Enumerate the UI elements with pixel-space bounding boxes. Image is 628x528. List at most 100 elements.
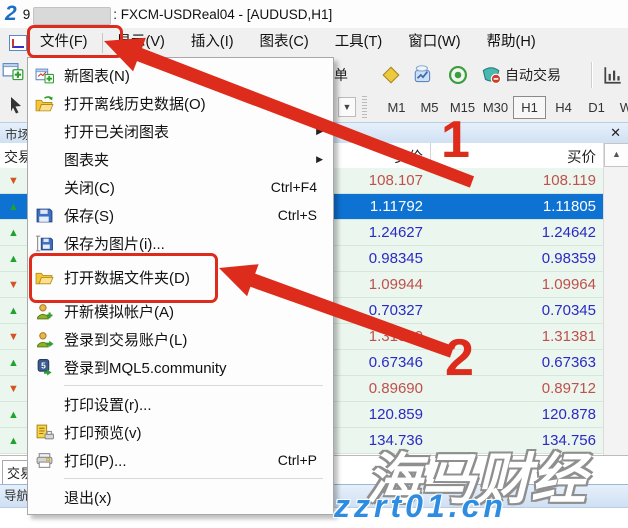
signals-icon[interactable]: [441, 57, 475, 92]
cursor-toolbar-icon[interactable]: [6, 95, 28, 117]
svg-text:5: 5: [41, 360, 46, 370]
quotes-icon[interactable]: [374, 57, 408, 92]
menu-item-label: 打印预览(v): [64, 422, 333, 443]
user-plus-icon: [28, 303, 64, 320]
menu-bar-item-file[interactable]: 文件(F): [27, 28, 101, 57]
dropdown-button[interactable]: ▼: [334, 92, 373, 122]
menu-item-open-data-folder[interactable]: 打开数据文件夹(D): [28, 263, 333, 291]
up-arrow-icon: ▲: [0, 227, 27, 239]
menu-bar-divider: [102, 33, 103, 53]
menu-item-label: 图表夹: [64, 149, 316, 170]
menu-bar-item-charts[interactable]: 图表(C): [247, 28, 322, 57]
timeframe-button-h4[interactable]: H4: [548, 97, 579, 118]
buy-column-header[interactable]: 买价: [430, 146, 596, 167]
menu-item-print-preview[interactable]: 打印预览(v): [28, 418, 333, 446]
buy-price: 134.756: [430, 432, 603, 449]
timeframe-button-m5[interactable]: M5: [414, 97, 445, 118]
buy-price: 0.89712: [430, 380, 603, 397]
menu-bar-items: 文件(F)显示(V)插入(I)图表(C)工具(T)窗口(W)帮助(H): [27, 28, 549, 57]
floppy-icon: [28, 207, 64, 224]
title-bar: 2 9 : FXCM-USDReal04 - [AUDUSD,H1]: [0, 0, 628, 28]
menu-item-label: 新图表(N): [64, 65, 333, 86]
menu-item-label: 开新模拟帐户(A): [64, 301, 333, 322]
menu-item-open-offline[interactable]: 打开离线历史数据(O): [28, 89, 333, 117]
buy-price: 1.11805: [430, 198, 603, 215]
menu-item-label: 登录到MQL5.community: [64, 357, 333, 378]
menu-item-new-chart[interactable]: 新图表(N): [28, 61, 333, 89]
dropdown-arrow-icon: ▼: [338, 97, 356, 117]
toolbar-grip: [362, 96, 367, 118]
menu-item-label: 保存(S): [64, 205, 278, 226]
buy-price: 0.70345: [430, 302, 603, 319]
menu-bar-item-tools[interactable]: 工具(T): [322, 28, 396, 57]
menu-item-save[interactable]: 保存(S)Ctrl+S: [28, 201, 333, 229]
autotrading-button[interactable]: 自动交易: [505, 57, 561, 92]
up-arrow-icon: ▲: [0, 305, 27, 317]
menu-bar-item-insert[interactable]: 插入(I): [178, 28, 247, 57]
submenu-arrow-icon: ▶: [316, 126, 333, 137]
menu-item-label: 打印设置(r)...: [64, 394, 333, 415]
menu-item-close[interactable]: 关闭(C)Ctrl+F4: [28, 173, 333, 201]
down-arrow-icon: ▼: [0, 383, 27, 395]
mt4-window: 2 9 : FXCM-USDReal04 - [AUDUSD,H1] 文件(F)…: [0, 0, 628, 528]
timeframe-button-m15[interactable]: M15: [447, 97, 478, 118]
timeframe-button-m30[interactable]: M30: [480, 97, 511, 118]
menu-bar-item-help[interactable]: 帮助(H): [474, 28, 549, 57]
file-menu: 新图表(N)打开离线历史数据(O)打开已关闭图表▶图表夹▶关闭(C)Ctrl+F…: [27, 57, 334, 515]
chart-system-icon[interactable]: [9, 35, 27, 51]
redacted-account-box: [33, 7, 111, 25]
buy-price: 1.09964: [430, 276, 603, 293]
menu-item-shortcut: Ctrl+F4: [271, 179, 333, 195]
market-depth-icon[interactable]: [406, 57, 440, 92]
buy-price: 1.31381: [430, 328, 603, 345]
up-arrow-icon: ▲: [0, 435, 27, 447]
account-number-prefix: 9: [23, 7, 31, 22]
menu-item-print-setup[interactable]: 打印设置(r)...: [28, 390, 333, 418]
user-arrow-icon: [28, 331, 64, 348]
buy-price: 0.67363: [430, 354, 603, 371]
buy-price: 0.98359: [430, 250, 603, 267]
candlestick-chart-button[interactable]: [622, 57, 628, 92]
menu-item-exit[interactable]: 退出(x): [28, 483, 333, 511]
menu-item-label: 打开已关闭图表: [64, 121, 316, 142]
folder-history-icon: [28, 95, 64, 112]
timeframe-button-m1[interactable]: M1: [381, 97, 412, 118]
menu-item-label: 登录到交易账户(L): [64, 329, 333, 350]
new-chart-toolbar-icon[interactable]: [2, 61, 24, 83]
market-watch-scrollbar[interactable]: ▲: [603, 143, 628, 455]
preview-icon: [28, 424, 64, 441]
menu-item-open-account[interactable]: 开新模拟帐户(A): [28, 297, 333, 325]
scroll-up-icon[interactable]: ▲: [604, 143, 628, 167]
menu-item-label: 打印(P)...: [64, 450, 278, 471]
autotrading-icon[interactable]: [474, 57, 508, 92]
menu-item-login-mql5[interactable]: 5 登录到MQL5.community: [28, 353, 333, 381]
menu-item-shortcut: Ctrl+P: [278, 452, 333, 468]
menu-item-save-picture[interactable]: 保存为图片(i)...: [28, 229, 333, 257]
menu-bar: 文件(F)显示(V)插入(I)图表(C)工具(T)窗口(W)帮助(H): [0, 28, 628, 58]
mql5-icon: 5: [28, 359, 64, 376]
down-arrow-icon: ▼: [0, 279, 27, 291]
menu-item-open-deleted[interactable]: 打开已关闭图表▶: [28, 117, 333, 145]
menu-bar-item-window[interactable]: 窗口(W): [395, 28, 473, 57]
menu-item-login-trade[interactable]: 登录到交易账户(L): [28, 325, 333, 353]
menu-item-profiles[interactable]: 图表夹▶: [28, 145, 333, 173]
timeframe-button-h1[interactable]: H1: [513, 96, 546, 119]
menu-separator: [64, 478, 323, 479]
menu-bar-item-view[interactable]: 显示(V): [104, 28, 178, 57]
buy-price: 1.24642: [430, 224, 603, 241]
printer-icon: [28, 452, 64, 469]
buy-price: 108.119: [430, 172, 603, 189]
timeframe-button-w1[interactable]: W1: [614, 97, 628, 118]
menu-separator: [64, 385, 323, 386]
close-icon[interactable]: ✕: [610, 125, 621, 141]
submenu-arrow-icon: ▶: [316, 154, 333, 165]
timeframe-button-d1[interactable]: D1: [581, 97, 612, 118]
up-arrow-icon: ▲: [0, 409, 27, 421]
menu-item-print[interactable]: 打印(P)...Ctrl+P: [28, 446, 333, 474]
menu-item-label: 打开离线历史数据(O): [64, 93, 333, 114]
menu-item-label: 退出(x): [64, 487, 333, 508]
menu-item-shortcut: Ctrl+S: [278, 207, 333, 223]
buy-price: 120.878: [430, 406, 603, 423]
timeframe-buttons: M1M5M15M30H1H4D1W1: [380, 92, 628, 122]
up-arrow-icon: ▲: [0, 357, 27, 369]
